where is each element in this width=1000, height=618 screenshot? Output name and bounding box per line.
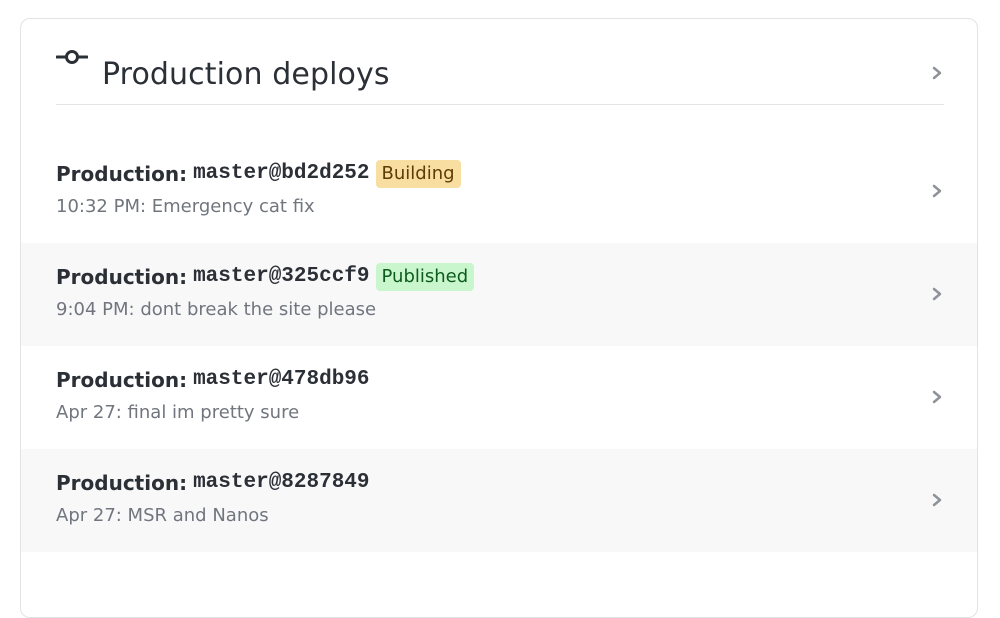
chevron-right-icon[interactable]: [930, 286, 944, 302]
deploys-card: Production deploys Production: master@bd…: [20, 18, 978, 618]
chevron-right-icon[interactable]: [930, 65, 944, 81]
chevron-right-icon[interactable]: [930, 183, 944, 199]
deploy-env-label: Production:: [56, 265, 188, 289]
deploy-ref: master@bd2d252: [193, 162, 370, 185]
deploy-row[interactable]: Production: master@bd2d252 Building 10:3…: [21, 140, 977, 243]
deploy-title: Production: master@bd2d252 Building: [56, 160, 461, 188]
deploy-env-label: Production:: [56, 471, 188, 495]
deploy-ref: master@8287849: [193, 471, 370, 494]
deploy-env-label: Production:: [56, 368, 188, 392]
deploy-subtitle: 9:04 PM: dont break the site please: [56, 299, 377, 320]
commit-icon: [56, 50, 88, 64]
status-badge: Published: [375, 263, 475, 291]
deploy-list: Production: master@bd2d252 Building 10:3…: [21, 140, 977, 552]
deploy-title: Production: master@478db96: [56, 366, 370, 394]
deploy-ref: master@478db96: [193, 368, 370, 391]
deploy-env-label: Production:: [56, 162, 188, 186]
card-title: Production deploys: [102, 57, 390, 92]
status-badge: Building: [375, 160, 461, 188]
deploy-subtitle: Apr 27: MSR and Nanos: [56, 505, 269, 526]
deploy-ref: master@325ccf9: [193, 265, 370, 288]
deploy-row[interactable]: Production: master@8287849 Apr 27: MSR a…: [21, 449, 977, 552]
card-header[interactable]: Production deploys: [56, 19, 944, 105]
deploy-title: Production: master@325ccf9 Published: [56, 263, 475, 291]
deploy-subtitle: Apr 27: final im pretty sure: [56, 402, 300, 423]
chevron-right-icon[interactable]: [930, 389, 944, 405]
deploy-row[interactable]: Production: master@478db96 Apr 27: final…: [21, 346, 977, 449]
deploy-subtitle: 10:32 PM: Emergency cat fix: [56, 196, 315, 217]
deploy-row[interactable]: Production: master@325ccf9 Published 9:0…: [21, 243, 977, 346]
chevron-right-icon[interactable]: [930, 492, 944, 508]
deploy-title: Production: master@8287849: [56, 469, 370, 497]
